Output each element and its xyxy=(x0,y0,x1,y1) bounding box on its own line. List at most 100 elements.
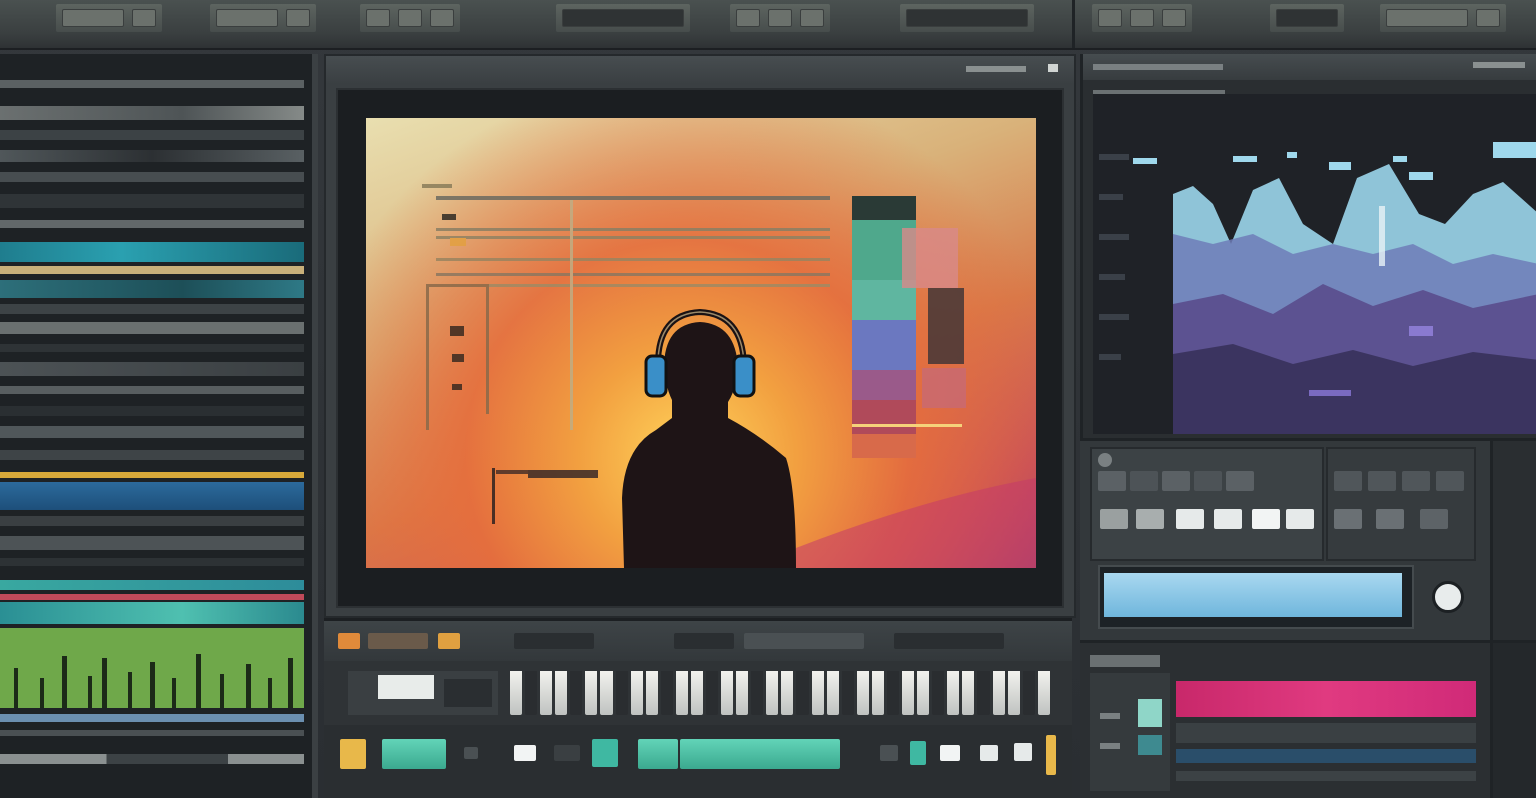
note-clip[interactable] xyxy=(638,739,678,769)
track-lane[interactable] xyxy=(1176,723,1476,743)
pad-button[interactable] xyxy=(1334,471,1362,491)
piano-key[interactable] xyxy=(902,671,915,715)
piano-key[interactable] xyxy=(977,671,990,715)
pad-button-active[interactable] xyxy=(1252,509,1280,529)
track-lane[interactable] xyxy=(0,426,304,438)
select-tool-icon[interactable] xyxy=(366,9,390,27)
track-lane[interactable] xyxy=(0,304,304,314)
loop-icon[interactable] xyxy=(768,9,792,27)
track-lane[interactable] xyxy=(0,344,304,352)
toolbar-button[interactable] xyxy=(286,9,310,27)
piano-key[interactable] xyxy=(615,671,628,715)
draw-tool-icon[interactable] xyxy=(430,9,454,27)
piano-key[interactable] xyxy=(917,671,930,715)
knob-icon[interactable] xyxy=(1098,453,1112,467)
piano-key[interactable] xyxy=(841,671,854,715)
pad-button-active[interactable] xyxy=(1214,509,1242,529)
track-lane[interactable] xyxy=(0,516,304,526)
pad-button[interactable] xyxy=(1226,471,1254,491)
piano-key[interactable] xyxy=(932,671,945,715)
close-icon[interactable] xyxy=(1476,9,1500,27)
pad-button[interactable] xyxy=(1368,471,1396,491)
track-lane[interactable] xyxy=(0,172,304,182)
knob-icon[interactable] xyxy=(1432,581,1464,613)
piano-key[interactable] xyxy=(1022,671,1035,715)
pad-button[interactable] xyxy=(1098,471,1126,491)
pad-button[interactable] xyxy=(1100,509,1128,529)
step-button[interactable] xyxy=(464,747,478,759)
track-clip-blue[interactable] xyxy=(0,482,304,510)
cut-tool-icon[interactable] xyxy=(398,9,422,27)
piano-key[interactable] xyxy=(510,671,523,715)
piano-key[interactable] xyxy=(856,671,869,715)
piano-key[interactable] xyxy=(706,671,719,715)
piano-key[interactable] xyxy=(736,671,749,715)
track-lane[interactable] xyxy=(0,536,304,550)
pad-button[interactable] xyxy=(1136,509,1164,529)
record-icon[interactable] xyxy=(736,9,760,27)
track-lane[interactable] xyxy=(0,194,304,208)
menu-button[interactable] xyxy=(62,9,124,27)
step-button[interactable] xyxy=(980,745,998,761)
piano-key[interactable] xyxy=(540,671,553,715)
step-button[interactable] xyxy=(880,745,898,761)
piano-key[interactable] xyxy=(525,671,538,715)
record-icon[interactable] xyxy=(338,633,360,649)
piano-key[interactable] xyxy=(962,671,975,715)
pad-button[interactable] xyxy=(1436,471,1464,491)
visualizer-options[interactable] xyxy=(1473,62,1525,68)
piano-key[interactable] xyxy=(826,671,839,715)
strip-button[interactable] xyxy=(1138,699,1162,727)
close-icon[interactable] xyxy=(1048,64,1058,72)
edit-button[interactable] xyxy=(216,9,278,27)
note-clip[interactable] xyxy=(680,739,840,769)
track-clip-teal[interactable] xyxy=(0,580,304,590)
note-clip[interactable] xyxy=(382,739,446,769)
piano-key[interactable] xyxy=(721,671,734,715)
pad-button[interactable] xyxy=(1334,509,1362,529)
waveform-green[interactable] xyxy=(0,628,304,708)
track-header[interactable] xyxy=(0,80,304,88)
clip-magenta[interactable] xyxy=(1176,681,1476,717)
track-clip-teal[interactable] xyxy=(0,280,304,298)
piano-key[interactable] xyxy=(871,671,884,715)
step-button[interactable] xyxy=(514,745,536,761)
mixer-icon[interactable] xyxy=(1098,9,1122,27)
piano-key[interactable] xyxy=(766,671,779,715)
track-lane[interactable] xyxy=(0,558,304,566)
step-button[interactable] xyxy=(554,745,580,761)
spectrum-display[interactable] xyxy=(1093,94,1536,434)
pattern-selector[interactable] xyxy=(368,633,428,649)
piano-keyboard[interactable] xyxy=(510,671,1050,715)
track-lane[interactable] xyxy=(0,220,304,228)
piano-key[interactable] xyxy=(600,671,613,715)
snap-selector[interactable] xyxy=(744,633,864,649)
track-lane[interactable] xyxy=(0,150,304,162)
browser-button[interactable] xyxy=(1386,9,1468,27)
pad-button[interactable] xyxy=(1402,471,1430,491)
piano-key[interactable] xyxy=(886,671,900,715)
piano-key[interactable] xyxy=(555,671,568,715)
track-lane[interactable] xyxy=(0,730,304,736)
piano-key[interactable] xyxy=(781,671,794,715)
piano-key[interactable] xyxy=(796,671,809,715)
octave-display[interactable] xyxy=(444,679,492,707)
piano-key[interactable] xyxy=(947,671,960,715)
piano-key[interactable] xyxy=(751,671,764,715)
pad-button[interactable] xyxy=(1162,471,1190,491)
track-lane[interactable] xyxy=(0,106,304,120)
track-lane[interactable] xyxy=(0,714,304,722)
track-lane[interactable] xyxy=(0,754,304,764)
piano-key[interactable] xyxy=(992,671,1005,715)
step-button[interactable] xyxy=(1014,743,1032,761)
piano-key[interactable] xyxy=(1007,671,1020,715)
step-button[interactable] xyxy=(940,745,960,761)
speaker-icon[interactable] xyxy=(1130,9,1154,27)
play-icon[interactable] xyxy=(438,633,460,649)
track-lane[interactable] xyxy=(0,362,304,376)
toolbar-button[interactable] xyxy=(132,9,156,27)
piano-key[interactable] xyxy=(690,671,704,715)
settings-icon[interactable] xyxy=(1162,9,1186,27)
track-lane[interactable] xyxy=(0,406,304,416)
track-lane[interactable] xyxy=(0,450,304,460)
